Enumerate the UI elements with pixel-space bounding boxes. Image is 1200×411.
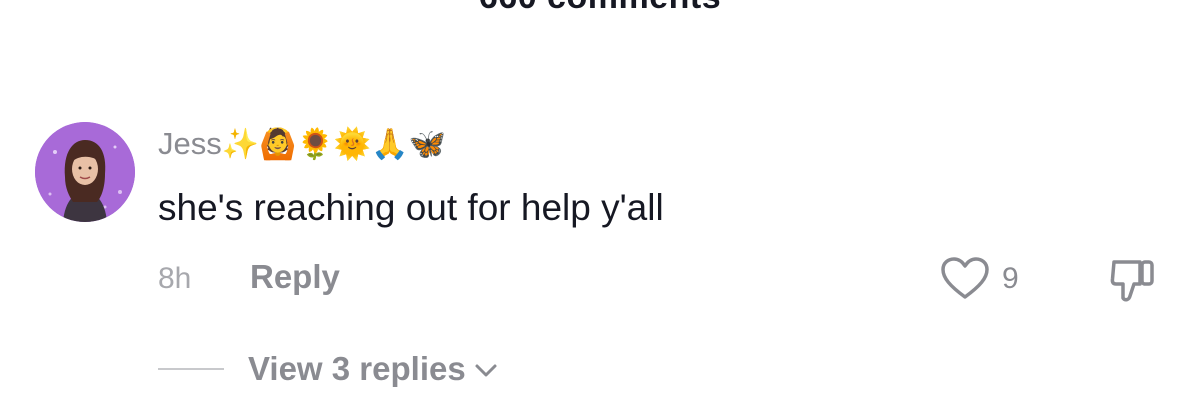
comments-panel: 660 comments Jess✨🙆🌻🌞🙏🦋 she's reaching o… bbox=[0, 0, 1200, 411]
like-count: 9 bbox=[1002, 262, 1019, 295]
username-emojis: ✨🙆🌻🌞🙏🦋 bbox=[221, 127, 446, 162]
view-replies-button[interactable]: View 3 replies bbox=[248, 347, 498, 391]
heart-outline-icon bbox=[941, 257, 989, 299]
chevron-down-icon bbox=[475, 364, 497, 377]
comment-text: she's reaching out for help y'all bbox=[158, 187, 664, 228]
replies-divider bbox=[158, 368, 224, 370]
dislike-button[interactable] bbox=[1108, 256, 1158, 304]
username-text: Jess bbox=[158, 126, 222, 161]
like-button[interactable] bbox=[940, 256, 990, 302]
user-avatar[interactable] bbox=[35, 122, 135, 222]
comments-count-title: 660 comments bbox=[0, 0, 1200, 17]
reply-button[interactable]: Reply bbox=[250, 257, 340, 297]
comment-username[interactable]: Jess✨🙆🌻🌞🙏🦋 bbox=[158, 124, 446, 165]
thumbs-down-icon bbox=[1110, 260, 1154, 302]
view-replies-label: View 3 replies bbox=[248, 350, 466, 387]
comment-timestamp: 8h bbox=[158, 262, 192, 295]
avatar-portrait-icon bbox=[35, 122, 135, 222]
